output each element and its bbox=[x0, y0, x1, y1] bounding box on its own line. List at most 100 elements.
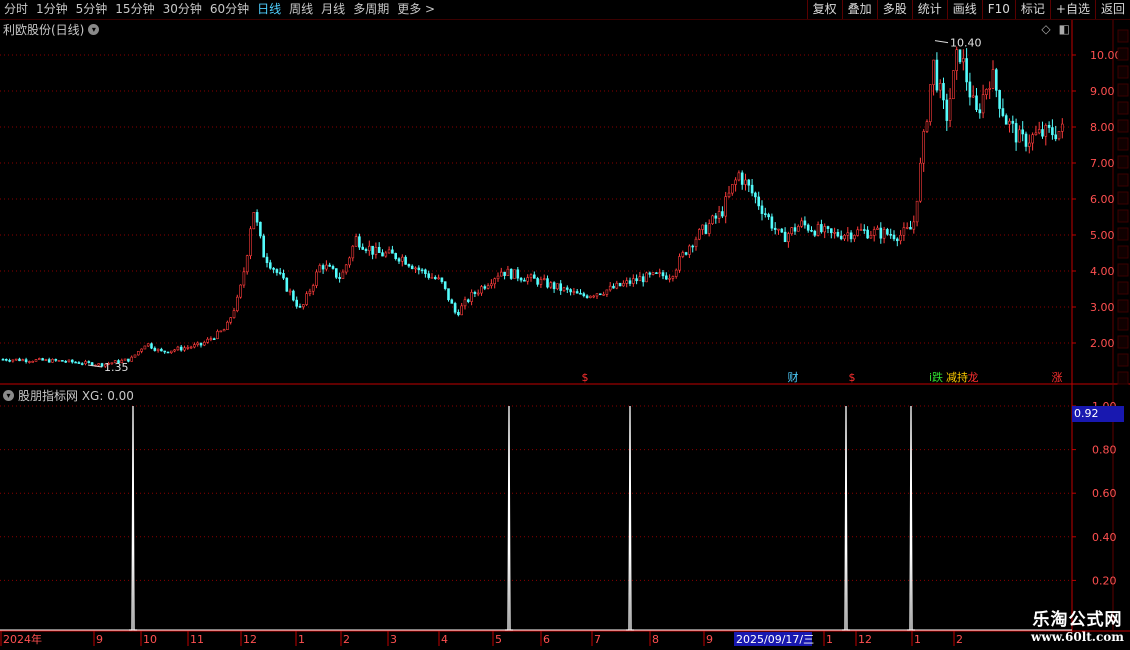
side-panel-cell bbox=[1117, 281, 1129, 295]
candle-body bbox=[64, 361, 67, 363]
candle-body bbox=[724, 196, 728, 217]
price-tick-label: 3.00 bbox=[1090, 301, 1115, 314]
kline-chart[interactable]: 10.009.008.007.006.005.004.003.002.0010.… bbox=[0, 0, 1130, 650]
candle-body bbox=[450, 299, 454, 304]
time-axis-label: 4 bbox=[441, 633, 448, 646]
candle-body bbox=[420, 269, 424, 272]
candle-body bbox=[889, 233, 893, 236]
candle-body bbox=[813, 230, 817, 236]
candle-body bbox=[1, 358, 5, 361]
candle-body bbox=[671, 276, 675, 279]
candle-body bbox=[681, 252, 685, 257]
candle-body bbox=[714, 215, 718, 219]
candle-body bbox=[404, 256, 407, 265]
candle-body bbox=[97, 363, 100, 366]
candle-body bbox=[351, 245, 355, 259]
candle-body bbox=[975, 95, 978, 110]
indicator-title: ▾ 股朋指标网 XG: 0.00 bbox=[3, 387, 134, 404]
event-marker: 涨 bbox=[1052, 371, 1063, 384]
candle-body bbox=[899, 234, 902, 242]
candle-body bbox=[328, 264, 332, 267]
candle-body bbox=[955, 49, 959, 71]
candle-body bbox=[820, 224, 823, 233]
candle-body bbox=[1037, 129, 1041, 134]
price-tick-label: 6.00 bbox=[1090, 193, 1115, 206]
candle-body bbox=[275, 269, 279, 273]
candle-body bbox=[536, 278, 539, 285]
candle-body bbox=[763, 213, 767, 215]
candle-body bbox=[199, 342, 203, 346]
candle-body bbox=[189, 346, 193, 349]
time-axis-label: 1 bbox=[914, 633, 921, 646]
candle-body bbox=[325, 264, 328, 270]
candle-body bbox=[945, 99, 949, 121]
candle-body bbox=[1061, 123, 1064, 132]
candle-body bbox=[595, 293, 599, 297]
candle-body bbox=[61, 360, 64, 362]
candle-body bbox=[730, 184, 734, 194]
candle-body bbox=[483, 286, 487, 289]
candle-body bbox=[737, 172, 741, 181]
candle-body bbox=[288, 290, 292, 293]
candle-body bbox=[701, 224, 704, 230]
side-panel-cell bbox=[1117, 47, 1129, 61]
candle-body bbox=[773, 227, 777, 230]
candle-body bbox=[796, 226, 800, 232]
side-panel-cell bbox=[1117, 227, 1129, 241]
candle-body bbox=[1031, 134, 1034, 144]
candle-body bbox=[133, 354, 137, 358]
low-price-label: 1.35 bbox=[104, 361, 129, 374]
candle-body bbox=[239, 284, 242, 298]
candle-body bbox=[311, 285, 315, 292]
indicator-name[interactable]: 股朋指标网 XG: 0.00 bbox=[18, 387, 134, 404]
candle-body bbox=[245, 255, 249, 273]
side-panel-cell bbox=[1117, 353, 1129, 367]
candle-body bbox=[886, 229, 889, 235]
candle-body bbox=[318, 265, 322, 273]
candle-body bbox=[80, 363, 84, 365]
candle-body bbox=[166, 351, 170, 354]
candle-body bbox=[170, 350, 173, 353]
candle-body bbox=[67, 359, 71, 363]
candle-body bbox=[585, 295, 589, 298]
candle-body bbox=[958, 49, 962, 63]
candle-body bbox=[658, 272, 662, 274]
candle-body bbox=[11, 359, 15, 362]
candle-body bbox=[846, 232, 850, 236]
side-panel-cell bbox=[1117, 173, 1129, 187]
indicator-current-value: 0.92 bbox=[1072, 406, 1124, 422]
candle-body bbox=[806, 224, 810, 231]
candle-body bbox=[414, 267, 417, 270]
candle-body bbox=[51, 358, 54, 363]
cursor-date-label: 2025/09/17/三 bbox=[736, 633, 814, 646]
candle-body bbox=[516, 269, 520, 279]
candle-body bbox=[615, 282, 619, 289]
candle-body bbox=[28, 361, 31, 363]
indicator-tick-label: 0.60 bbox=[1092, 487, 1117, 500]
candle-body bbox=[928, 84, 932, 122]
candle-body bbox=[84, 361, 87, 365]
candle-body bbox=[998, 90, 1001, 109]
time-axis-label: 2024年 bbox=[3, 632, 42, 646]
candle-body bbox=[829, 228, 833, 234]
candle-body bbox=[387, 249, 391, 254]
candle-body bbox=[790, 227, 794, 234]
side-panel-cell bbox=[1117, 371, 1129, 385]
candle-body bbox=[981, 94, 985, 114]
candle-body bbox=[493, 278, 497, 285]
candle-body bbox=[833, 231, 836, 234]
candle-body bbox=[229, 317, 232, 323]
event-marker: 龙 bbox=[968, 371, 979, 384]
candle-body bbox=[859, 229, 863, 231]
candle-body bbox=[922, 131, 926, 164]
candle-body bbox=[569, 289, 572, 293]
candle-body bbox=[259, 221, 262, 237]
chevron-down-icon[interactable]: ▾ bbox=[3, 390, 14, 401]
candle-body bbox=[988, 88, 992, 90]
candle-body bbox=[542, 278, 546, 280]
candle-body bbox=[407, 264, 411, 267]
candle-body bbox=[430, 277, 434, 279]
candle-body bbox=[965, 58, 968, 83]
candle-body bbox=[163, 350, 166, 353]
candle-body bbox=[744, 179, 747, 185]
